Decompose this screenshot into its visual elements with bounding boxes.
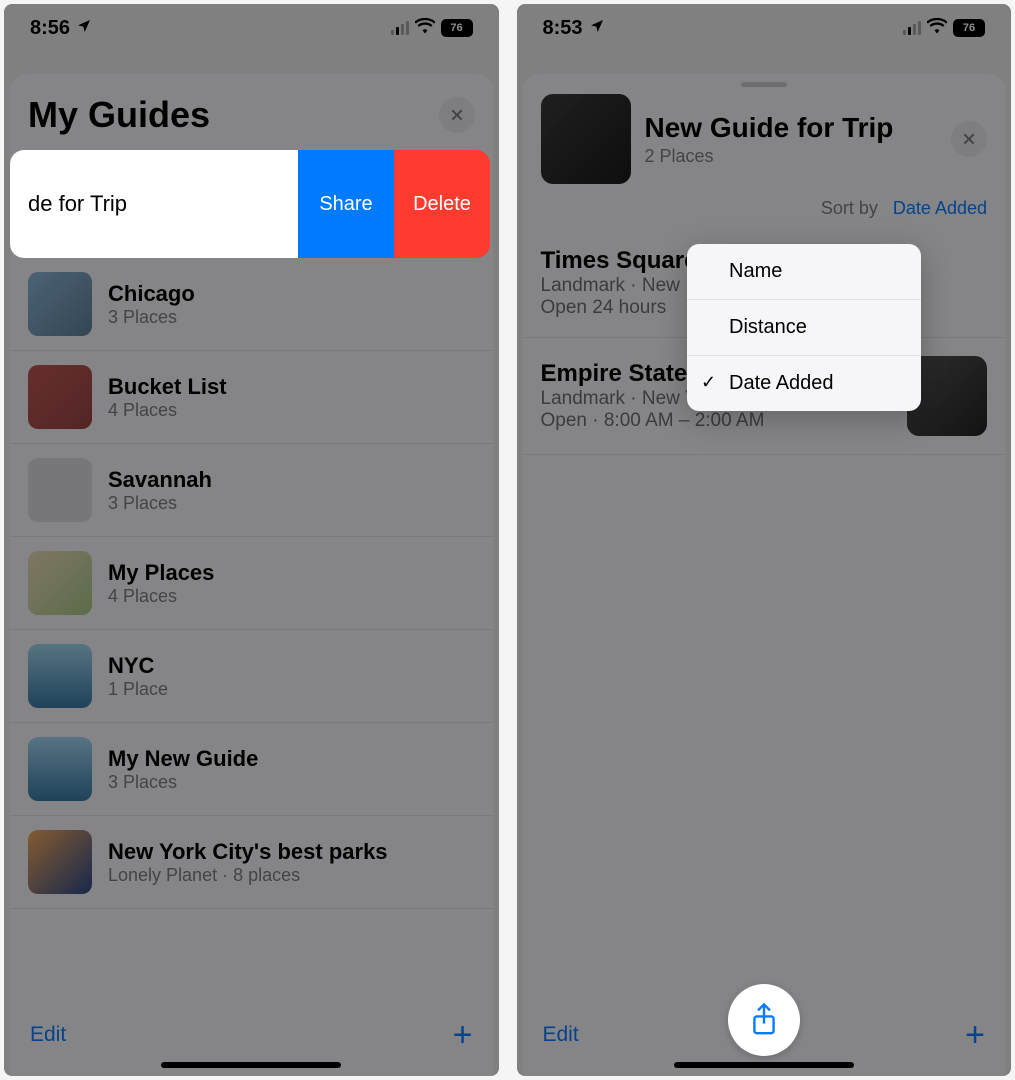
edit-button[interactable]: Edit — [543, 1023, 579, 1047]
guide-sub: 4 Places — [108, 400, 475, 421]
swiped-guide-row[interactable]: de for Trip Share Delete — [10, 150, 493, 258]
place-hours: Open · 8:00 AM – 2:00 AM — [541, 410, 894, 432]
guide-thumb — [28, 830, 92, 894]
guide-sub: 4 Places — [108, 586, 475, 607]
guide-detail-sheet: New Guide for Trip 2 Places Sort by Date… — [523, 74, 1006, 1076]
my-guides-sheet: My Guides de for Trip Share Delete Chica… — [10, 74, 493, 1076]
guide-row[interactable]: New York City's best parks Lonely Planet… — [10, 816, 493, 909]
sort-row: Sort by Date Added — [523, 198, 1006, 229]
guide-sub: 3 Places — [108, 772, 475, 793]
sort-option-date-added[interactable]: ✓ Date Added — [687, 356, 921, 411]
sort-option-name[interactable]: Name — [687, 244, 921, 300]
guide-thumb — [28, 272, 92, 336]
guide-name: NYC — [108, 653, 475, 679]
sort-label: Sort by — [821, 198, 878, 218]
share-button[interactable]: Share — [298, 150, 394, 258]
sheet-grabber[interactable] — [741, 82, 787, 87]
page-title: My Guides — [28, 94, 210, 136]
status-bar: 8:56 76 — [4, 4, 499, 52]
sort-value-button[interactable]: Date Added — [893, 198, 987, 218]
wifi-icon — [927, 17, 947, 40]
sort-option-distance[interactable]: Distance — [687, 300, 921, 356]
guide-row[interactable]: Bucket List 4 Places — [10, 351, 493, 444]
guide-thumb — [28, 737, 92, 801]
cellular-icon — [391, 21, 409, 35]
wifi-icon — [415, 17, 435, 40]
cellular-icon — [903, 21, 921, 35]
location-arrow-icon — [589, 17, 605, 40]
guide-name: Chicago — [108, 281, 475, 307]
guide-places-count: 2 Places — [645, 146, 938, 167]
close-button[interactable] — [951, 121, 987, 157]
guide-sub: 3 Places — [108, 307, 475, 328]
guide-title: New Guide for Trip — [645, 112, 938, 144]
guide-name: Savannah — [108, 467, 475, 493]
status-time: 8:53 — [543, 17, 583, 40]
delete-button[interactable]: Delete — [394, 150, 490, 258]
guide-row[interactable]: My Places 4 Places — [10, 537, 493, 630]
left-screenshot: 8:56 76 My Guides de for Trip Share Dele — [4, 4, 499, 1076]
share-button-highlight[interactable] — [728, 984, 800, 1056]
add-button[interactable]: + — [453, 1016, 473, 1055]
guide-thumb — [28, 365, 92, 429]
guide-row[interactable]: Chicago 3 Places — [10, 258, 493, 351]
guide-name: My New Guide — [108, 746, 475, 772]
status-bar: 8:53 76 — [517, 4, 1012, 52]
edit-button[interactable]: Edit — [30, 1023, 66, 1047]
guide-sub: 3 Places — [108, 493, 475, 514]
guide-row[interactable]: Savannah 3 Places — [10, 444, 493, 537]
status-time: 8:56 — [30, 17, 70, 40]
sort-popup: Name Distance ✓ Date Added — [687, 244, 921, 411]
right-screenshot: 8:53 76 New Guide for Trip 2 Places — [517, 4, 1012, 1076]
home-indicator[interactable] — [161, 1062, 341, 1068]
guide-thumb — [28, 551, 92, 615]
location-arrow-icon — [76, 17, 92, 40]
guide-row[interactable]: NYC 1 Place — [10, 630, 493, 723]
guide-sub: 1 Place — [108, 679, 475, 700]
checkmark-icon: ✓ — [701, 372, 716, 393]
guide-name: New York City's best parks — [108, 839, 475, 865]
guide-thumb — [28, 458, 92, 522]
battery-icon: 76 — [441, 19, 473, 37]
guide-name: Bucket List — [108, 374, 475, 400]
guide-cover-thumb — [541, 94, 631, 184]
guide-name: My Places — [108, 560, 475, 586]
guides-list: Chicago 3 Places Bucket List 4 Places Sa… — [10, 258, 493, 909]
guide-sub: Lonely Planet · 8 places — [108, 865, 475, 886]
guide-thumb — [28, 644, 92, 708]
home-indicator[interactable] — [674, 1062, 854, 1068]
swiped-guide-title-fragment: de for Trip — [10, 150, 298, 258]
add-button[interactable]: + — [965, 1016, 985, 1055]
battery-icon: 76 — [953, 19, 985, 37]
close-button[interactable] — [439, 97, 475, 133]
guide-row[interactable]: My New Guide 3 Places — [10, 723, 493, 816]
